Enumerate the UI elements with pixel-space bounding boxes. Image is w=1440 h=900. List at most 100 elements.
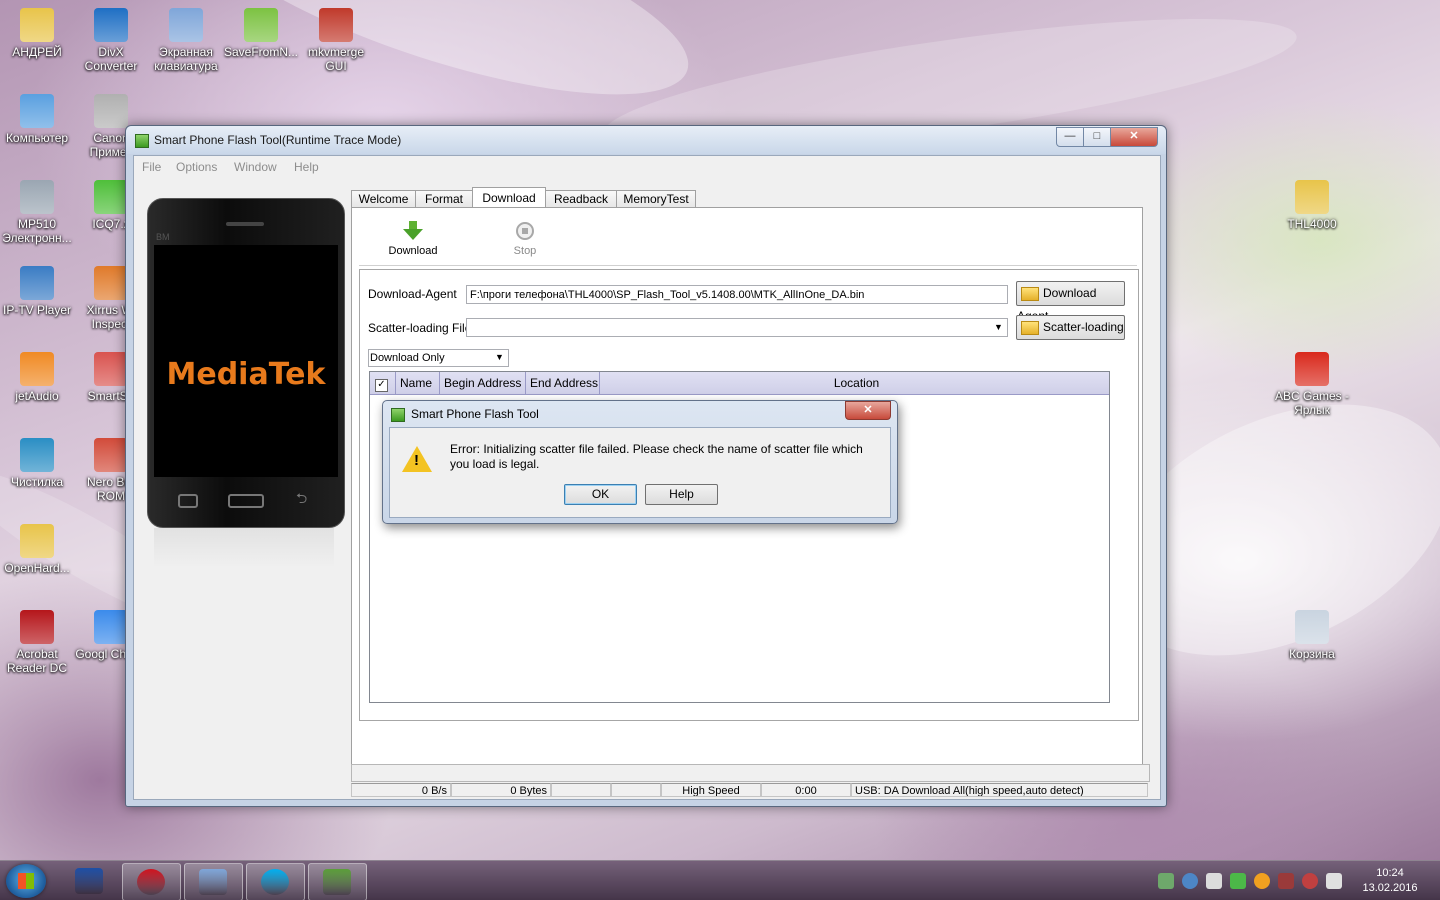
column-begin-address[interactable]: Begin Address — [440, 372, 526, 394]
desktop-icon[interactable]: Корзина — [1275, 610, 1349, 661]
tray-speaker-red-icon[interactable] — [1278, 873, 1294, 889]
column-name[interactable]: Name — [396, 372, 440, 394]
ok-button[interactable]: OK — [564, 484, 637, 505]
desktop-icon-label: Корзина — [1289, 647, 1335, 661]
download-agent-button[interactable]: Download Agent — [1016, 281, 1125, 323]
menu-help[interactable]: Help — [294, 160, 319, 174]
tab-download[interactable]: Download — [472, 187, 546, 209]
mkvmerge-icon — [319, 8, 353, 42]
taskbar — [0, 860, 1440, 900]
chevron-down-icon[interactable]: ▼ — [493, 351, 506, 364]
window-titlebar[interactable]: Smart Phone Flash Tool(Runtime Trace Mod… — [126, 126, 1166, 154]
cleaner-icon — [20, 438, 54, 472]
download-agent-field[interactable]: F:\проги телефона\THL4000\SP_Flash_Tool_… — [466, 285, 1008, 304]
tab-readback[interactable]: Readback — [545, 190, 617, 208]
phone-illustration: BM MediaTek ⮌ — [147, 198, 345, 528]
select-all-checkbox[interactable]: ✓ — [370, 372, 396, 394]
tray-orange-icon[interactable] — [1254, 873, 1270, 889]
download-button[interactable]: Download — [380, 220, 446, 257]
menu-window[interactable]: Window — [234, 160, 277, 174]
back-key-icon: ⮌ — [296, 490, 308, 506]
download-label: Download — [388, 245, 438, 257]
scatter-file-label: Scatter-loading File — [368, 321, 472, 335]
desktop-icon[interactable]: Компьютер — [0, 94, 74, 145]
desktop-icon-label: SaveFromN... — [224, 45, 299, 59]
taskbar-item[interactable] — [308, 863, 367, 900]
taskbar-item[interactable] — [122, 863, 181, 900]
mode-select[interactable]: Download Only ▼ — [368, 349, 509, 367]
status-speed-mode: High Speed — [661, 783, 761, 797]
start-button[interactable] — [6, 864, 46, 898]
scatter-loading-button-label: Scatter-loading — [1043, 320, 1124, 334]
tab-format[interactable]: Format — [415, 190, 473, 208]
error-dialog: Smart Phone Flash Tool ✕ ! Error: Initia… — [382, 400, 898, 524]
tray-green-icon[interactable] — [1230, 873, 1246, 889]
app-icon — [135, 134, 149, 148]
windows-logo-icon — [18, 873, 34, 889]
tab-welcome[interactable]: Welcome — [351, 190, 416, 208]
desktop-icon-label: MP510 Электронн... — [2, 217, 72, 245]
dialog-close-button[interactable]: ✕ — [845, 401, 891, 420]
tray-network-warning-icon[interactable] — [1302, 873, 1318, 889]
tray-volume-icon[interactable] — [1326, 873, 1342, 889]
desktop-icon-label: jetAudio — [15, 389, 59, 403]
close-button[interactable]: ✕ — [1110, 127, 1158, 147]
desktop-icon[interactable]: АНДРЕЙ — [0, 8, 74, 59]
desktop-icon[interactable]: Экранная клавиатура — [149, 8, 223, 73]
tray-checkmark-icon[interactable] — [1158, 873, 1174, 889]
desktop-icon[interactable]: jetAudio — [0, 352, 74, 403]
status-time: 0:00 — [761, 783, 851, 797]
desktop-icon-label: АНДРЕЙ — [12, 45, 62, 59]
desktop-icon[interactable]: SaveFromN... — [224, 8, 298, 59]
stop-icon — [516, 222, 534, 240]
tab-memorytest[interactable]: MemoryTest — [616, 190, 696, 208]
divx-icon — [94, 8, 128, 42]
chevron-down-icon[interactable]: ▼ — [992, 321, 1005, 334]
desktop-icon[interactable]: DivX Converter — [74, 8, 148, 73]
printer-icon — [20, 180, 54, 214]
skype-icon — [261, 869, 289, 895]
status-bytes: 0 Bytes — [451, 783, 551, 797]
minimize-button[interactable]: — — [1056, 127, 1084, 147]
clock[interactable]: 10:24 13.02.2016 — [1350, 866, 1430, 896]
desktop-icon[interactable]: Чистилка — [0, 438, 74, 489]
mushroom-icon — [1295, 352, 1329, 386]
column-location[interactable]: Location — [600, 372, 1109, 394]
menu-options[interactable]: Options — [176, 160, 217, 174]
keyboard-icon — [169, 8, 203, 42]
status-connection: USB: DA Download All(high speed,auto det… — [851, 783, 1148, 797]
desktop-icon-label: Чистилка — [10, 475, 64, 489]
taskbar-item[interactable] — [184, 863, 243, 900]
home-key-icon — [228, 494, 264, 508]
desktop-icon[interactable]: Acrobat Reader DC — [0, 610, 74, 675]
scatter-loading-button[interactable]: Scatter-loading — [1016, 315, 1125, 340]
nero-icon — [94, 438, 128, 472]
desktop-icon-label: OpenHard... — [4, 561, 70, 575]
download-agent-label: Download-Agent — [368, 287, 457, 301]
desktop-icon[interactable]: THL4000 — [1275, 180, 1349, 231]
jetaudio-icon — [20, 352, 54, 386]
scatter-file-combo[interactable]: ▼ — [466, 318, 1008, 337]
desktop-icon[interactable]: MP510 Электронн... — [0, 180, 74, 245]
tv-icon — [20, 266, 54, 300]
taskbar-item[interactable] — [246, 863, 305, 900]
desktop-icon[interactable]: ABC Games - Ярлык — [1275, 352, 1349, 417]
column-end-address[interactable]: End Address — [526, 372, 600, 394]
menu-key-icon — [178, 494, 198, 508]
desktop-icon-label: DivX Converter — [84, 45, 138, 73]
keyboard-icon — [199, 869, 227, 895]
stop-button[interactable]: Stop — [492, 220, 558, 257]
help-button[interactable]: Help — [645, 484, 718, 505]
maximize-button[interactable]: □ — [1083, 127, 1111, 147]
desktop-icon[interactable]: OpenHard... — [0, 524, 74, 575]
toolbar-separator — [359, 265, 1137, 266]
desktop-icon-label: THL4000 — [1287, 217, 1337, 231]
desktop-icon[interactable]: IP-TV Player — [0, 266, 74, 317]
desktop-icon[interactable]: mkvmerge GUI — [299, 8, 373, 73]
acrobat-icon — [20, 610, 54, 644]
taskbar-item[interactable] — [61, 863, 118, 899]
window-title: Smart Phone Flash Tool(Runtime Trace Mod… — [154, 133, 402, 147]
tray-device-icon[interactable] — [1206, 873, 1222, 889]
menu-file[interactable]: File — [142, 160, 161, 174]
tray-network-globe-icon[interactable] — [1182, 873, 1198, 889]
